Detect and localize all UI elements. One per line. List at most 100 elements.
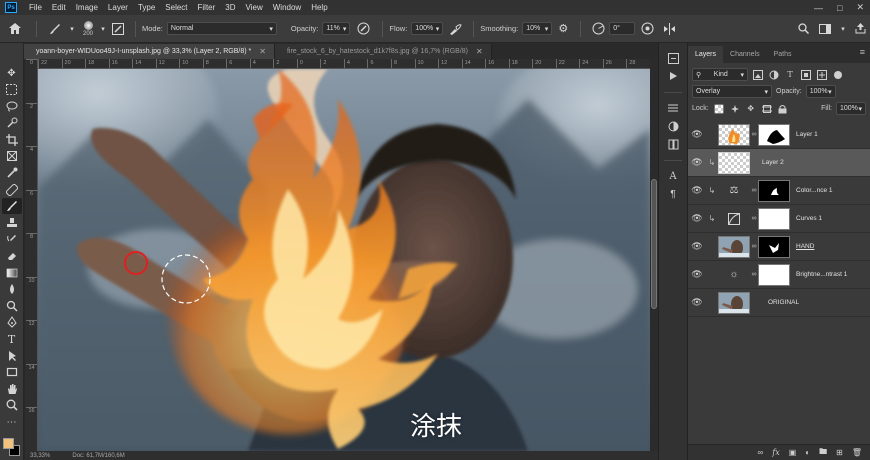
link-icon[interactable]: ∞ [750, 131, 758, 138]
angle-input[interactable]: 0° [609, 22, 636, 35]
pressure-opacity-icon[interactable] [350, 20, 376, 38]
layer-row-original[interactable]: 👁 ORIGINAL [688, 289, 870, 317]
layer-row-brightness-contrast[interactable]: 👁 ☼ ∞ Brightne...ntrast 1 [688, 261, 870, 289]
blend-mode-select[interactable]: Overlay ▾ [692, 85, 772, 98]
layer-row-hand[interactable]: 👁 ∞ HAND [688, 233, 870, 261]
chevron-down-icon[interactable]: ▾ [99, 20, 107, 38]
menu-type[interactable]: Type [133, 3, 160, 12]
layer-mask-thumbnail[interactable] [758, 263, 790, 286]
mode-select[interactable]: Normal ▾ [166, 22, 277, 35]
gear-icon[interactable]: ⚙ [552, 20, 574, 38]
visibility-eye-icon[interactable]: 👁 [688, 157, 706, 168]
kind-filter-select[interactable]: ⚲ Kind ▾ [692, 68, 748, 81]
lasso-tool-icon[interactable] [2, 98, 22, 115]
tab-channels[interactable]: Channels [723, 46, 767, 63]
blur-tool-icon[interactable] [2, 281, 22, 298]
visibility-eye-icon[interactable]: 👁 [688, 269, 706, 280]
flow-input[interactable]: 100% ▾ [411, 22, 444, 35]
search-icon[interactable] [792, 20, 814, 38]
color-balance-icon[interactable]: ⚖ [718, 180, 750, 202]
actions-play-icon[interactable] [662, 67, 684, 85]
link-icon[interactable]: ∞ [750, 243, 758, 250]
visibility-eye-icon[interactable]: 👁 [688, 213, 706, 224]
layer-name[interactable]: Color...nce 1 [796, 187, 833, 194]
brightness-contrast-icon[interactable]: ☼ [718, 264, 750, 286]
panel-menu-icon[interactable]: ≡ [860, 47, 865, 57]
link-icon[interactable]: ∞ [750, 271, 758, 278]
layer-row-layer-1[interactable]: 👁 ∞ Layer 1 [688, 121, 870, 149]
filter-toggle-icon[interactable] [832, 69, 844, 81]
gradient-tool-icon[interactable] [2, 264, 22, 281]
fill-input[interactable]: 100% ▾ [836, 102, 866, 115]
minimize-icon[interactable]: — [814, 3, 823, 13]
visibility-eye-icon[interactable]: 👁 [688, 297, 706, 308]
type-tool-icon[interactable]: T [2, 331, 22, 348]
healing-brush-tool-icon[interactable] [2, 181, 22, 198]
close-icon[interactable]: ✕ [476, 47, 483, 56]
lock-transparent-icon[interactable] [713, 103, 725, 115]
layer-row-color-balance[interactable]: 👁 ↳ ⚖ ∞ Color...nce 1 [688, 177, 870, 205]
menu-image[interactable]: Image [71, 3, 103, 12]
path-selection-tool-icon[interactable] [2, 347, 22, 364]
brush-settings-icon[interactable] [107, 20, 129, 38]
filter-type-icon[interactable]: T [784, 69, 796, 81]
history-icon[interactable] [662, 49, 684, 67]
new-group-folder-icon[interactable]: 🖿 [819, 446, 827, 460]
lock-image-icon[interactable] [729, 103, 741, 115]
vertical-scrollbar[interactable] [650, 59, 658, 451]
pressure-size-icon[interactable] [635, 20, 659, 38]
history-brush-tool-icon[interactable] [2, 231, 22, 248]
paragraph-icon[interactable]: ¶ [662, 185, 684, 203]
delete-layer-trash-icon[interactable]: 🗑 [852, 448, 862, 457]
layer-name[interactable]: Layer 2 [762, 159, 784, 166]
filter-adjustment-icon[interactable] [768, 69, 780, 81]
visibility-eye-icon[interactable]: 👁 [688, 241, 706, 252]
brush-tool-icon[interactable] [1, 197, 22, 215]
properties-icon[interactable] [662, 99, 684, 117]
layer-mask-thumbnail[interactable] [758, 123, 790, 146]
smoothing-input[interactable]: 10% ▾ [522, 22, 553, 35]
character-icon[interactable]: A [662, 167, 684, 185]
layer-name[interactable]: Layer 1 [796, 131, 818, 138]
menu-select[interactable]: Select [160, 3, 192, 12]
layer-name[interactable]: Curves 1 [796, 215, 822, 222]
menu-layer[interactable]: Layer [103, 3, 133, 12]
libraries-icon[interactable] [662, 135, 684, 153]
visibility-eye-icon[interactable]: 👁 [688, 185, 706, 196]
pen-tool-icon[interactable] [2, 314, 22, 331]
move-tool-icon[interactable]: ✥ [2, 65, 22, 82]
layer-mask-thumbnail[interactable] [758, 179, 790, 202]
document-tab[interactable]: fire_stock_6_by_hatestock_d1k7f8s.jpg @ … [274, 44, 492, 59]
layer-mask-thumbnail[interactable] [758, 207, 790, 230]
chevron-down-icon[interactable]: ▾ [67, 20, 77, 38]
brush-preset-picker[interactable]: 200 [77, 18, 99, 40]
layer-thumbnail[interactable] [718, 235, 750, 258]
layer-row-curves[interactable]: 👁 ↳ ∞ Curves 1 [688, 205, 870, 233]
color-swatches[interactable] [2, 438, 22, 460]
more-tools-icon[interactable]: ⋯ [2, 414, 22, 431]
link-icon[interactable]: ∞ [750, 215, 758, 222]
workspace-icon[interactable] [814, 20, 836, 38]
chevron-down-icon[interactable]: ▾ [836, 20, 850, 38]
home-icon[interactable] [0, 20, 30, 38]
layer-row-layer-2[interactable]: 👁 ↳ Layer 2 [688, 149, 870, 177]
eyedropper-tool-icon[interactable] [2, 165, 22, 182]
menu-help[interactable]: Help [306, 3, 332, 12]
menu-filter[interactable]: Filter [193, 3, 221, 12]
brush-tool-icon[interactable] [43, 20, 67, 38]
link-layers-icon[interactable]: ∞ [758, 448, 764, 457]
add-mask-icon[interactable]: ▣ [789, 448, 797, 457]
document-canvas[interactable]: 涂抹 [38, 69, 650, 451]
layer-style-fx-icon[interactable]: fx [772, 448, 779, 457]
lock-all-icon[interactable] [777, 103, 789, 115]
filter-smart-object-icon[interactable] [816, 69, 828, 81]
lock-position-icon[interactable]: ✥ [745, 103, 757, 115]
layer-opacity-input[interactable]: 100% ▾ [805, 85, 836, 98]
layer-thumbnail[interactable] [718, 151, 750, 174]
adjustments-icon[interactable] [662, 117, 684, 135]
layer-thumbnail[interactable] [718, 123, 750, 146]
clone-stamp-tool-icon[interactable] [2, 214, 22, 231]
maximize-icon[interactable]: □ [837, 3, 842, 13]
link-icon[interactable]: ∞ [750, 187, 758, 194]
new-adjustment-icon[interactable]: ◐ [805, 448, 810, 457]
